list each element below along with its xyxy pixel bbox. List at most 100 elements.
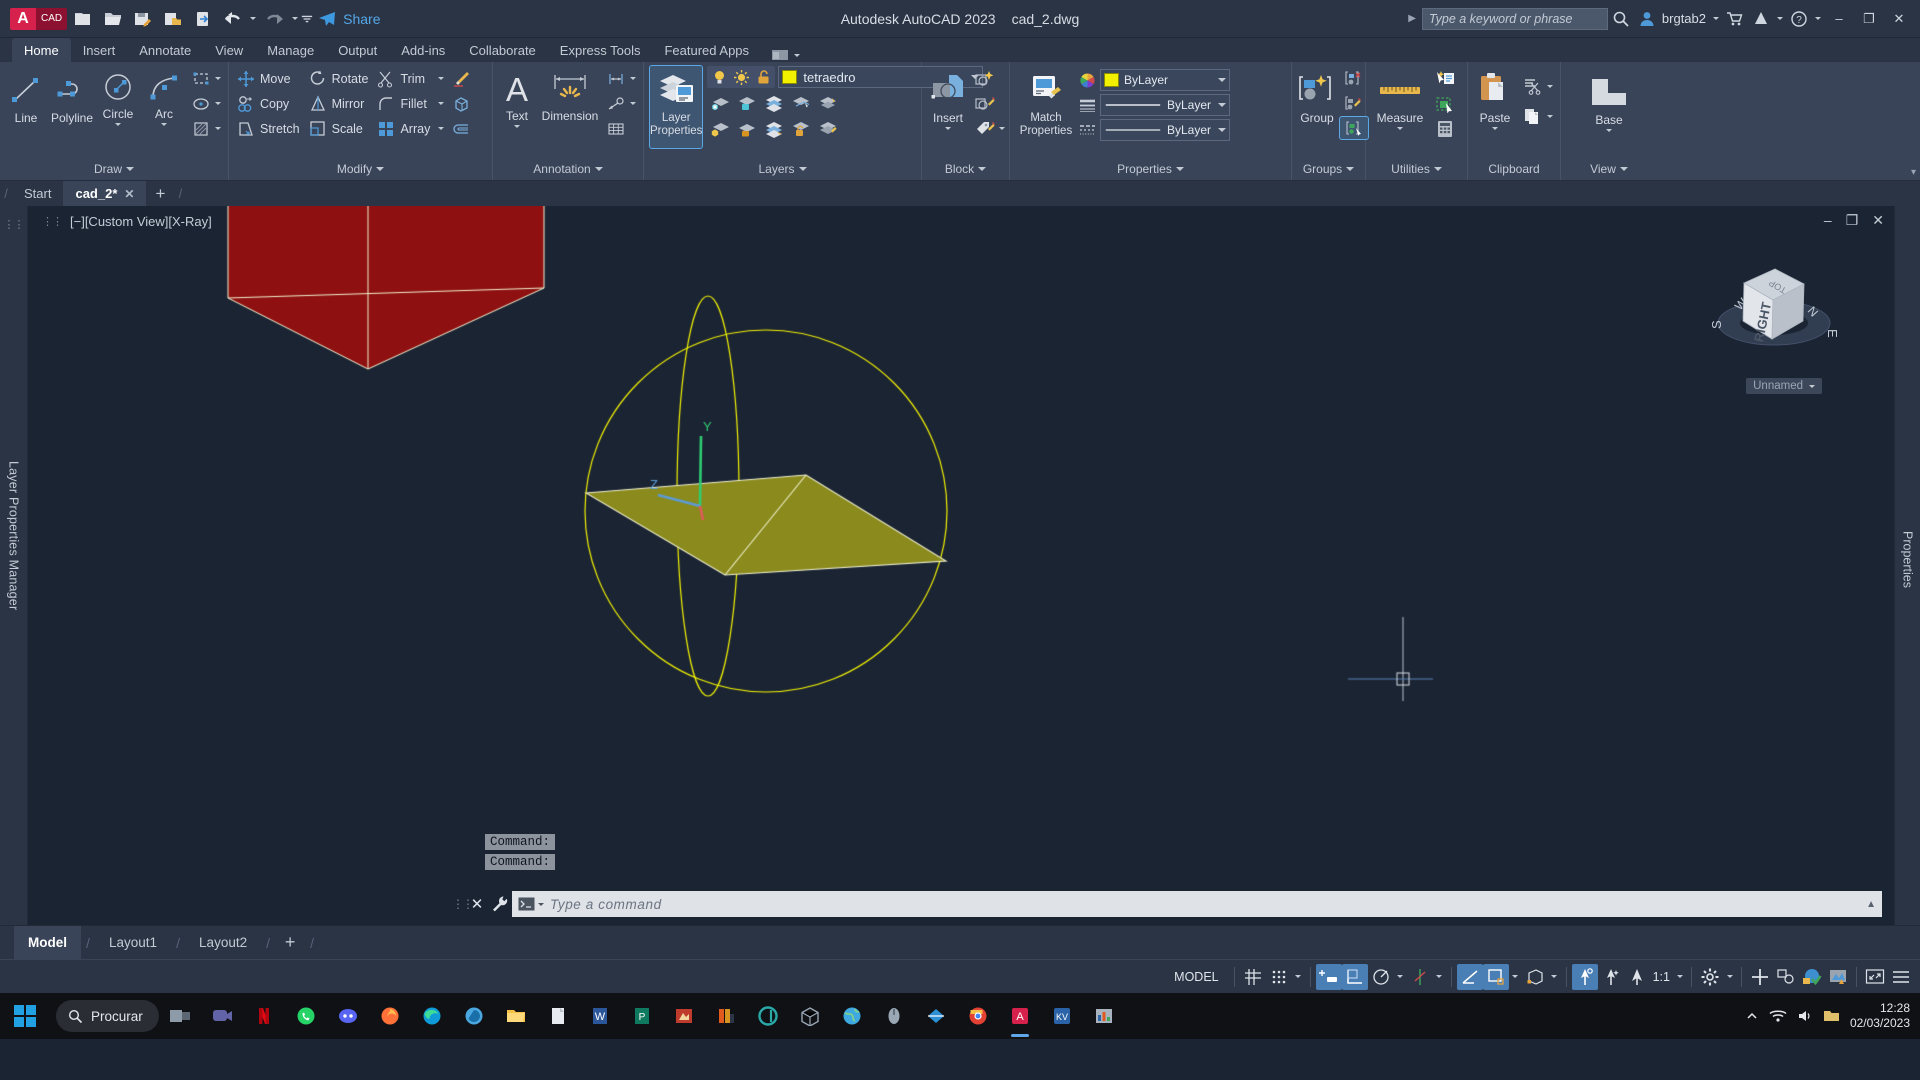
ribbon-rectangle-button[interactable]	[187, 66, 225, 91]
user-dropdown[interactable]	[1710, 17, 1722, 20]
ribbon-explode-button[interactable]	[448, 91, 474, 116]
taskbar-app-earth[interactable]	[831, 993, 873, 1039]
doc-tab-start[interactable]: Start	[12, 181, 63, 206]
rectangle-dropdown-caret[interactable]	[215, 77, 221, 80]
tab-addins[interactable]: Add-ins	[389, 38, 457, 62]
panel-title-properties[interactable]: Properties	[1010, 158, 1291, 180]
ribbon-insert-block-button[interactable]: Insert	[925, 66, 971, 130]
wifi-icon[interactable]	[1769, 1009, 1787, 1023]
polar-tracking-toggle[interactable]	[1368, 964, 1394, 990]
taskbar-app-sketch[interactable]	[915, 993, 957, 1039]
command-input[interactable]	[550, 896, 1861, 912]
ribbon-dimension-button[interactable]: Dimension	[538, 66, 602, 123]
base-dropdown-caret[interactable]	[1606, 129, 1612, 132]
ribbon-edit-block-button[interactable]	[971, 91, 1009, 116]
tab-express-tools[interactable]: Express Tools	[548, 38, 653, 62]
polar-dropdown[interactable]	[1394, 975, 1407, 978]
taskbar-app-teams[interactable]	[201, 993, 243, 1039]
view-expand-caret[interactable]	[1619, 167, 1628, 171]
arc-dropdown-caret[interactable]	[161, 123, 167, 126]
ribbon-workspace-icon[interactable]	[771, 48, 801, 62]
measure-dropdown-caret[interactable]	[1397, 127, 1403, 130]
layer-properties-manager-tab[interactable]: Layer Properties Manager	[7, 461, 21, 610]
new-layout-button[interactable]: +	[275, 926, 305, 959]
tab-view[interactable]: View	[203, 38, 255, 62]
ribbon-mirror-button[interactable]: Mirror	[304, 91, 373, 116]
clean-screen-button[interactable]	[1862, 964, 1888, 990]
layer-merge-icon[interactable]	[815, 90, 841, 115]
panel-title-clipboard[interactable]: Clipboard	[1468, 158, 1560, 180]
ortho-mode-toggle[interactable]	[1341, 963, 1368, 990]
taskbar-clock[interactable]: 12:28 02/03/2023	[1850, 1001, 1910, 1031]
ribbon-create-block-button[interactable]	[971, 66, 1009, 91]
annotation-visibility-toggle[interactable]	[1624, 964, 1650, 990]
tab-output[interactable]: Output	[326, 38, 389, 62]
properties-palette-tab[interactable]: Properties	[1901, 531, 1915, 588]
model-space-button[interactable]: MODEL	[1164, 967, 1228, 987]
undo-dropdown[interactable]	[247, 17, 259, 20]
tab-featured-apps[interactable]: Featured Apps	[652, 38, 761, 62]
leader-dropdown-caret[interactable]	[630, 102, 636, 105]
ribbon-rotate-button[interactable]: Rotate	[304, 66, 373, 91]
ribbon-minimize-caret[interactable]: ▾	[1911, 167, 1916, 178]
linetype-caret[interactable]	[1218, 128, 1226, 132]
color-wheel-icon[interactable]	[1079, 72, 1096, 89]
circle-dropdown-caret[interactable]	[115, 123, 121, 126]
layer-freeze-icon[interactable]	[734, 90, 760, 115]
taskbar-search-box[interactable]: Procurar	[56, 1000, 159, 1032]
lightbulb-on-icon[interactable]	[709, 67, 729, 87]
command-prompt-icon[interactable]	[518, 897, 544, 911]
minimize-button[interactable]: –	[1824, 5, 1854, 33]
graphics-performance-button[interactable]	[1773, 964, 1799, 990]
named-view-caret[interactable]	[1809, 384, 1815, 388]
tab-annotate[interactable]: Annotate	[127, 38, 203, 62]
layer-isolate-icon[interactable]	[707, 90, 733, 115]
ribbon-ungroup-button[interactable]	[1339, 66, 1369, 91]
ribbon-text-button[interactable]: A Text	[496, 66, 538, 128]
command-input-wrapper[interactable]: ▲	[512, 891, 1882, 917]
redo-dropdown[interactable]	[289, 17, 301, 20]
object-color-caret[interactable]	[1218, 78, 1226, 82]
help-icon[interactable]: ?	[1786, 6, 1812, 32]
taskbar-app-media[interactable]	[705, 993, 747, 1039]
taskbar-app-file-explorer[interactable]	[495, 993, 537, 1039]
ellipse-dropdown-caret[interactable]	[215, 102, 221, 105]
new-icon[interactable]	[69, 6, 97, 32]
lineweight-dropdown[interactable]	[1509, 975, 1522, 978]
hardware-acceleration-button[interactable]	[1799, 964, 1825, 990]
tab-insert[interactable]: Insert	[71, 38, 128, 62]
share-label[interactable]: Share	[343, 11, 380, 27]
define-attributes-dropdown-caret[interactable]	[999, 127, 1005, 130]
isolate-objects-button[interactable]	[1747, 964, 1773, 990]
command-history-caret[interactable]: ▲	[1866, 899, 1876, 910]
taskbar-app-3d-viewer[interactable]	[789, 993, 831, 1039]
object-snap-toggle[interactable]	[1456, 963, 1483, 990]
ribbon-polyline-button[interactable]: Polyline	[49, 66, 95, 125]
snap-mode-toggle[interactable]	[1266, 964, 1292, 990]
selection-cycling-toggle[interactable]	[1598, 964, 1624, 990]
user-name-label[interactable]: brgtab2	[1662, 11, 1706, 26]
ribbon-copy-clip-button[interactable]	[1519, 101, 1557, 131]
new-document-tab-button[interactable]: +	[146, 181, 174, 206]
layer-change-icon[interactable]	[815, 116, 841, 141]
app-logo[interactable]: A CAD	[10, 7, 68, 30]
unlock-icon[interactable]	[753, 67, 773, 87]
layer-unlock-icon[interactable]	[788, 116, 814, 141]
close-button[interactable]: ✕	[1884, 5, 1914, 33]
lineweight-combo[interactable]: ByLayer	[1100, 94, 1230, 116]
volume-icon[interactable]	[1797, 1009, 1813, 1023]
search-expand-arrow[interactable]: ▶	[1408, 13, 1416, 24]
properties-expand-caret[interactable]	[1175, 167, 1184, 171]
cart-icon[interactable]	[1722, 6, 1748, 32]
object-color-combo[interactable]: ByLayer	[1100, 69, 1230, 91]
groups-expand-caret[interactable]	[1346, 167, 1355, 171]
layout-tab-model[interactable]: Model	[14, 926, 81, 959]
object-snap-tracking-toggle[interactable]	[1407, 964, 1433, 990]
panel-title-annotation[interactable]: Annotation	[493, 158, 643, 180]
ribbon-scale-button[interactable]: Scale	[304, 116, 373, 141]
ribbon-group-selection-toggle[interactable]	[1339, 116, 1369, 140]
utilities-expand-caret[interactable]	[1433, 167, 1442, 171]
undo-icon[interactable]	[219, 6, 247, 32]
ribbon-group-button[interactable]: Group	[1295, 66, 1339, 125]
ribbon-define-attributes-button[interactable]	[971, 116, 1009, 141]
